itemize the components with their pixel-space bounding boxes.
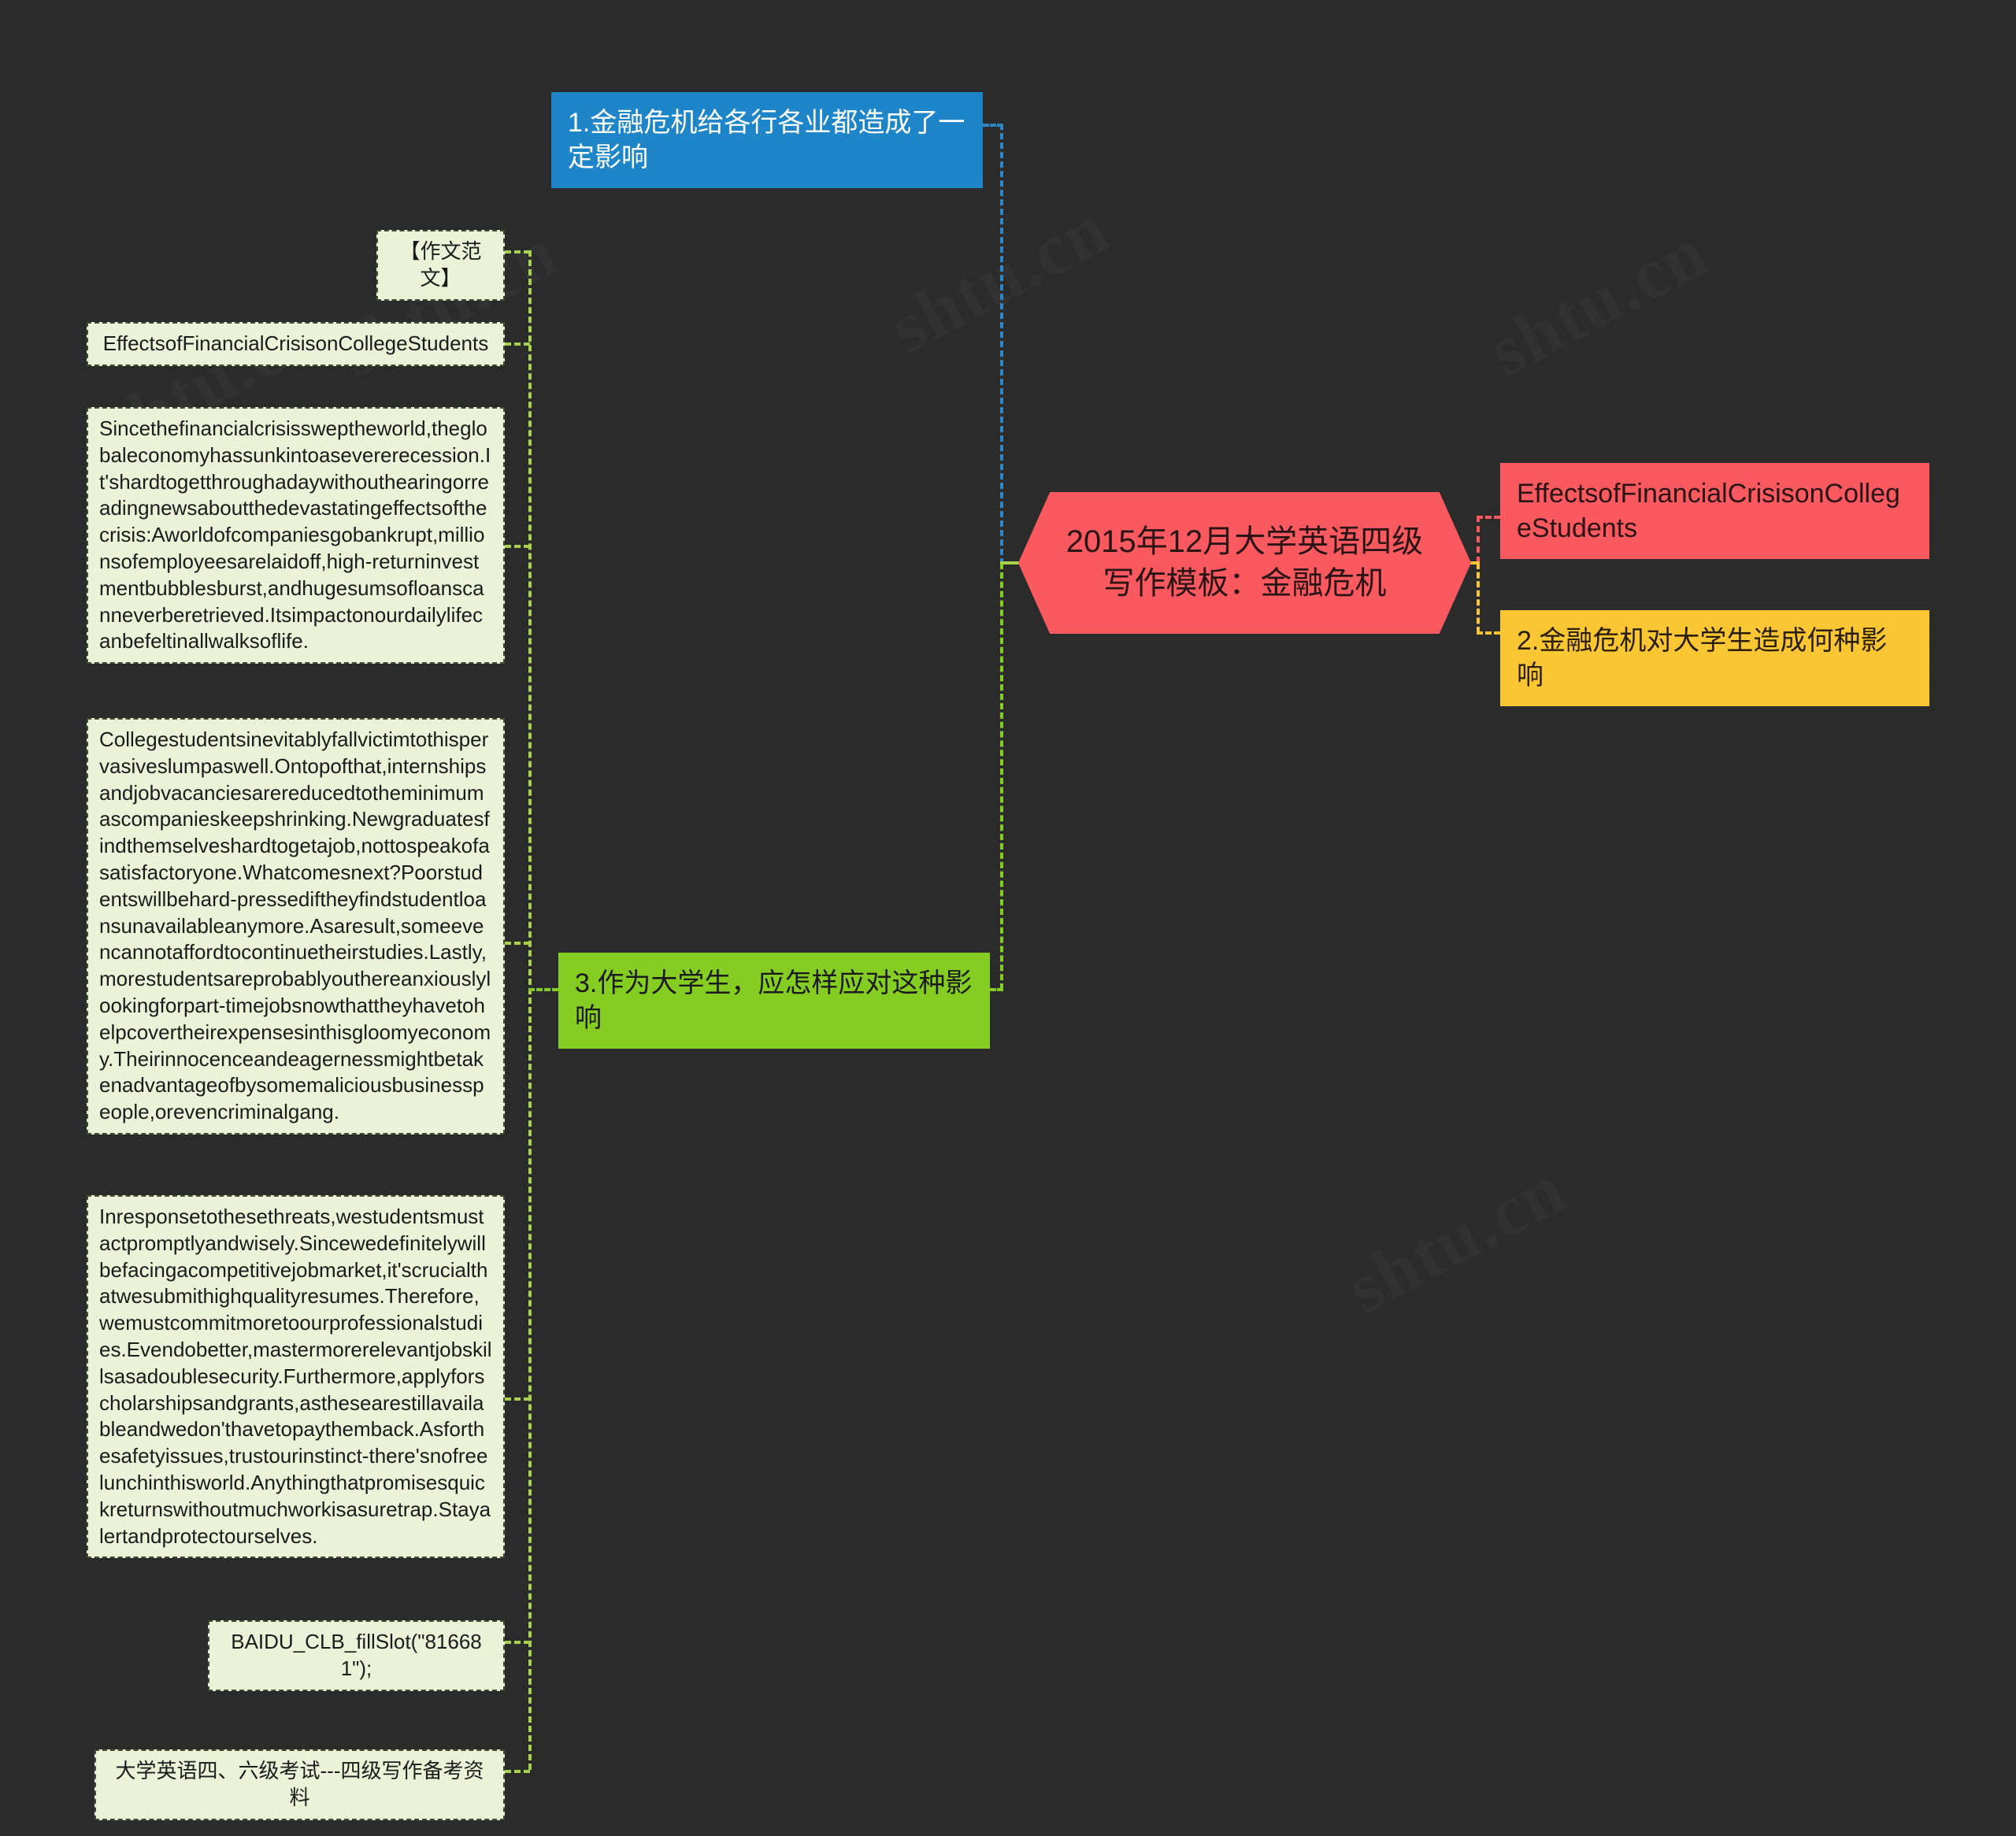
topic-2-effects-on-college-students[interactable]: 2.金融危机对大学生造成何种影响 bbox=[1500, 610, 1929, 707]
connector-stub-ad-slot bbox=[505, 1641, 530, 1644]
leaf-paragraph-2[interactable]: Collegestudentsinevitablyfallvictimtothi… bbox=[87, 718, 505, 1135]
connector-right-branch-yellow bbox=[1477, 563, 1480, 633]
mindmap-canvas: 【作文范文】 EffectsofFinancialCrisisonCollege… bbox=[0, 0, 2016, 1836]
connector-left-branch-green bbox=[1000, 563, 1003, 990]
connector-left-leaf-trunk bbox=[528, 250, 532, 1770]
leaf-sample-essay[interactable]: 【作文范文】 bbox=[376, 230, 505, 301]
connector-stub-paragraph-2 bbox=[505, 942, 530, 945]
topic-1-financial-crisis-industries[interactable]: 1.金融危机给各行各业都造成了一定影响 bbox=[551, 92, 983, 189]
topic-essay-title[interactable]: EffectsofFinancialCrisisonCollegeStudent… bbox=[1500, 463, 1929, 560]
leaf-paragraph-3[interactable]: Inresponsetothesethreats,westudentsmusta… bbox=[87, 1195, 505, 1559]
leaf-ad-slot[interactable]: BAIDU_CLB_fillSlot("816681"); bbox=[208, 1620, 505, 1691]
connector-stub-paragraph-3 bbox=[505, 1397, 530, 1401]
leaf-essay-heading[interactable]: EffectsofFinancialCrisisonCollegeStudent… bbox=[87, 322, 505, 366]
connector-topic-2-to-branch bbox=[1477, 631, 1500, 635]
central-topic-node[interactable]: 2015年12月大学英语四级 写作模板：金融危机 bbox=[1018, 492, 1471, 634]
central-topic-shape: 2015年12月大学英语四级 写作模板：金融危机 bbox=[1018, 492, 1471, 634]
connector-stub-essay-heading bbox=[505, 342, 530, 346]
connector-stub-sample-essay bbox=[505, 250, 530, 254]
leaf-paragraph-1[interactable]: Sincethefinancialcrisissweptheworld,theg… bbox=[87, 407, 505, 664]
central-topic-label: 2015年12月大学英语四级 写作模板：金融危机 bbox=[1065, 524, 1424, 601]
topic-3-how-college-students-respond[interactable]: 3.作为大学生，应怎样应对这种影响 bbox=[558, 953, 990, 1049]
connector-topic-1-to-branch bbox=[983, 124, 1003, 127]
connector-stub-paragraph-1 bbox=[505, 545, 530, 548]
leaf-footer[interactable]: 大学英语四、六级考试---四级写作备考资料 bbox=[94, 1749, 505, 1820]
connector-left-branch-blue bbox=[1000, 124, 1003, 564]
connector-stub-footer bbox=[505, 1770, 530, 1773]
connector-topic-essay-title-to-branch bbox=[1477, 516, 1500, 519]
connector-trunk-to-topic-3 bbox=[528, 988, 558, 991]
connector-right-branch-red bbox=[1477, 516, 1480, 563]
